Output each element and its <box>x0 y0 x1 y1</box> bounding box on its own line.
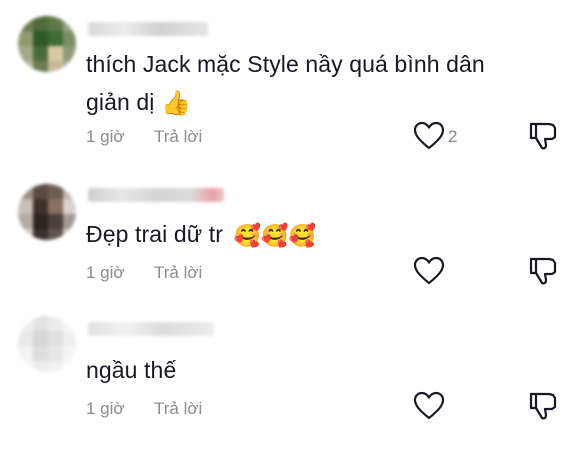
reply-button[interactable]: Trả lời <box>154 127 202 147</box>
timestamp: 1 giờ <box>86 127 125 146</box>
comment-text: ngầu thế <box>86 357 177 383</box>
comment-text: thích Jack mặc Style nầy quá bình dân <box>86 51 485 77</box>
avatar[interactable] <box>18 316 76 372</box>
timestamp: 1 giờ <box>86 263 125 282</box>
dislike-button[interactable] <box>527 120 559 152</box>
comment-item: Đẹp trai dữ tr 🥰🥰🥰 1 giờ Trả lời <box>0 160 580 300</box>
comment-meta: 1 giờ Trả lời <box>86 127 202 147</box>
comment-meta: 1 giờ Trả lời <box>86 399 202 419</box>
heart-outline-icon <box>413 121 445 150</box>
thumbs-up-emoji: 👍 <box>160 89 191 117</box>
heart-outline-icon <box>413 391 445 420</box>
smiling-face-with-hearts-emoji: 🥰🥰🥰 <box>233 222 316 248</box>
reply-button[interactable]: Trả lời <box>154 399 202 419</box>
timestamp: 1 giờ <box>86 399 125 418</box>
dislike-button[interactable] <box>527 390 559 422</box>
username[interactable] <box>88 322 214 336</box>
comment-text-continued: giản dị 👍 <box>86 84 191 122</box>
like-count: 2 <box>448 127 458 146</box>
username[interactable] <box>88 188 224 202</box>
thumbs-down-icon <box>529 257 557 285</box>
avatar[interactable] <box>18 184 76 240</box>
like-button[interactable] <box>413 391 445 421</box>
comment-item: thích Jack mặc Style nầy quá bình dân gi… <box>0 0 580 160</box>
comment-text: Đẹp trai dữ tr 🥰🥰🥰 <box>86 216 316 254</box>
like-button[interactable] <box>413 256 445 286</box>
thumbs-down-icon <box>529 392 557 420</box>
heart-outline-icon <box>413 256 445 285</box>
comment-meta: 1 giờ Trả lời <box>86 263 202 283</box>
dislike-button[interactable] <box>527 255 559 287</box>
reply-button[interactable]: Trả lời <box>154 263 202 283</box>
comment-item: ngầu thế 1 giờ Trả lời <box>0 300 580 451</box>
like-button[interactable] <box>413 121 445 151</box>
avatar[interactable] <box>18 16 76 72</box>
username[interactable] <box>88 22 208 36</box>
thumbs-down-icon <box>529 122 557 150</box>
